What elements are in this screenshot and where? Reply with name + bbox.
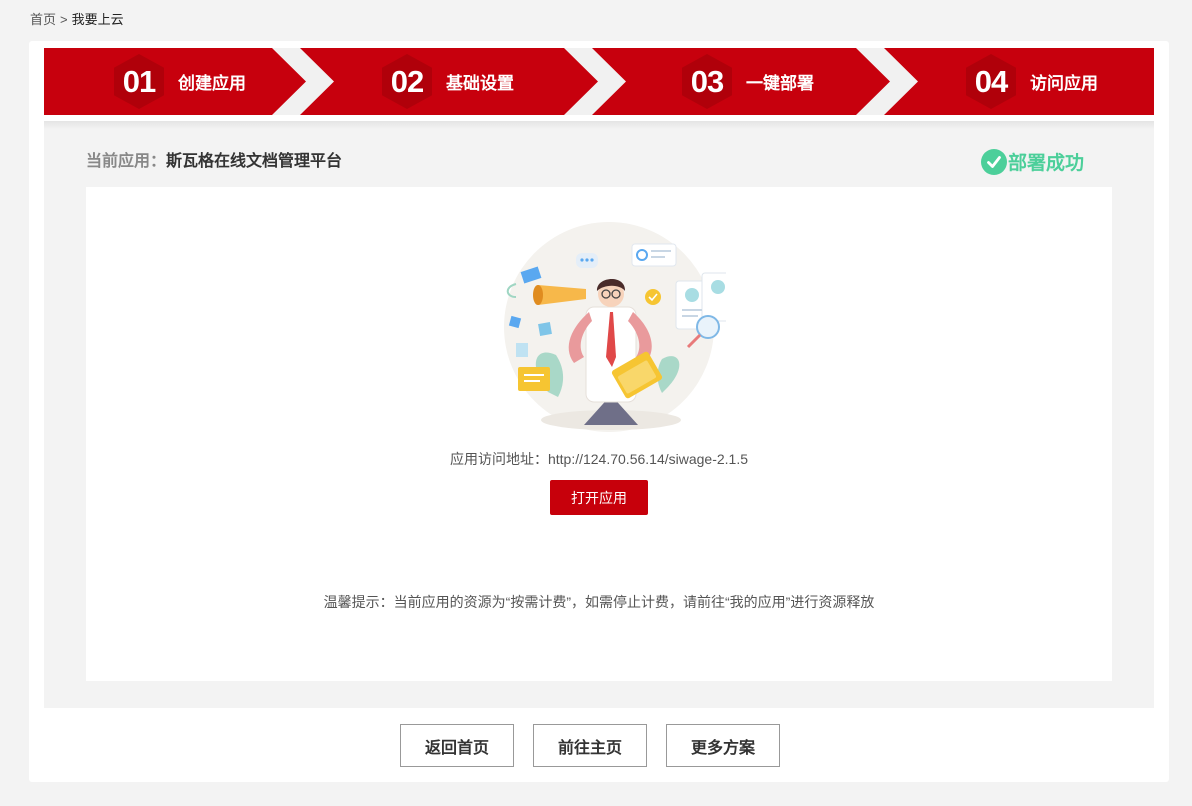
step-1-label: 创建应用 — [178, 74, 246, 93]
step-1: 01 创建应用 — [114, 48, 246, 115]
step-4: 04 访问应用 — [966, 48, 1098, 115]
step-progress-bar: 01 创建应用 02 基础设置 03 一键部署 04 访问应用 — [44, 48, 1154, 115]
step-3: 03 一键部署 — [682, 48, 814, 115]
step-4-label: 访问应用 — [1030, 74, 1098, 93]
current-app-name: 斯瓦格在线文档管理平台 — [166, 153, 343, 170]
deploy-status-text: 部署成功 — [1008, 153, 1085, 174]
step-3-label: 一键部署 — [746, 74, 814, 93]
bottom-actions: 返回首页 前往主页 更多方案 — [29, 724, 1169, 767]
access-url: http://124.70.56.14/siwage-2.1.5 — [547, 451, 749, 467]
deploy-status: 部署成功 — [981, 148, 1084, 175]
breadcrumb-home-link[interactable]: 首页 — [30, 12, 56, 27]
access-address: 应用访问地址：http://124.70.56.14/siwage-2.1.5 — [86, 449, 1112, 469]
result-panel: 当前应用：斯瓦格在线文档管理平台 部署成功 应用访问地址：http://124.… — [44, 121, 1154, 708]
back-home-button[interactable]: 返回首页 — [400, 724, 514, 767]
current-app: 当前应用：斯瓦格在线文档管理平台 — [86, 147, 342, 171]
step-2: 02 基础设置 — [382, 48, 514, 115]
step-2-label: 基础设置 — [446, 74, 514, 93]
access-label: 应用访问地址： — [449, 451, 548, 467]
more-plans-button[interactable]: 更多方案 — [666, 724, 780, 767]
step-2-number: 02 — [382, 54, 432, 109]
open-app-button[interactable]: 打开应用 — [550, 480, 648, 515]
breadcrumb: 首页 > 我要上云 — [30, 9, 124, 28]
go-main-page-button[interactable]: 前往主页 — [533, 724, 647, 767]
step-4-number: 04 — [966, 54, 1016, 109]
check-circle-icon — [981, 148, 1007, 175]
breadcrumb-current: 我要上云 — [71, 12, 124, 27]
step-3-number: 03 — [682, 54, 732, 109]
success-illustration-image — [504, 222, 726, 432]
billing-tip: 温馨提示：当前应用的资源为“按需计费”，如需停止计费，请前往“我的应用”进行资源… — [323, 594, 875, 610]
result-content: 应用访问地址：http://124.70.56.14/siwage-2.1.5 … — [86, 187, 1112, 681]
panel-shadow — [44, 121, 1154, 129]
step-1-number: 01 — [114, 54, 164, 109]
main-card: 01 创建应用 02 基础设置 03 一键部署 04 访问应用 当前应用：斯瓦格… — [29, 41, 1169, 782]
current-app-label: 当前应用： — [86, 153, 167, 170]
breadcrumb-separator: > — [60, 12, 68, 27]
